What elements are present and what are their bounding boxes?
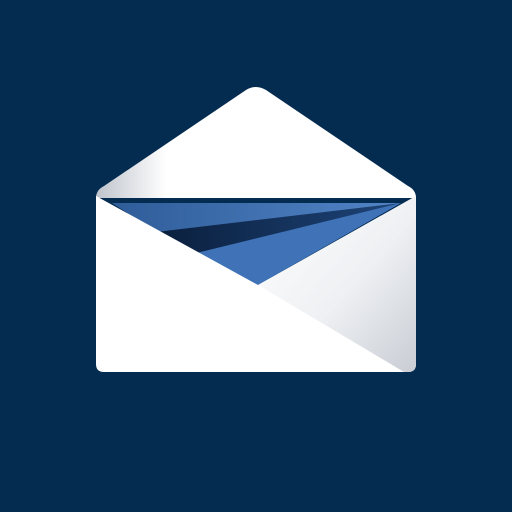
app-icon <box>0 0 512 512</box>
open-envelope-paper-plane-icon <box>0 0 512 512</box>
